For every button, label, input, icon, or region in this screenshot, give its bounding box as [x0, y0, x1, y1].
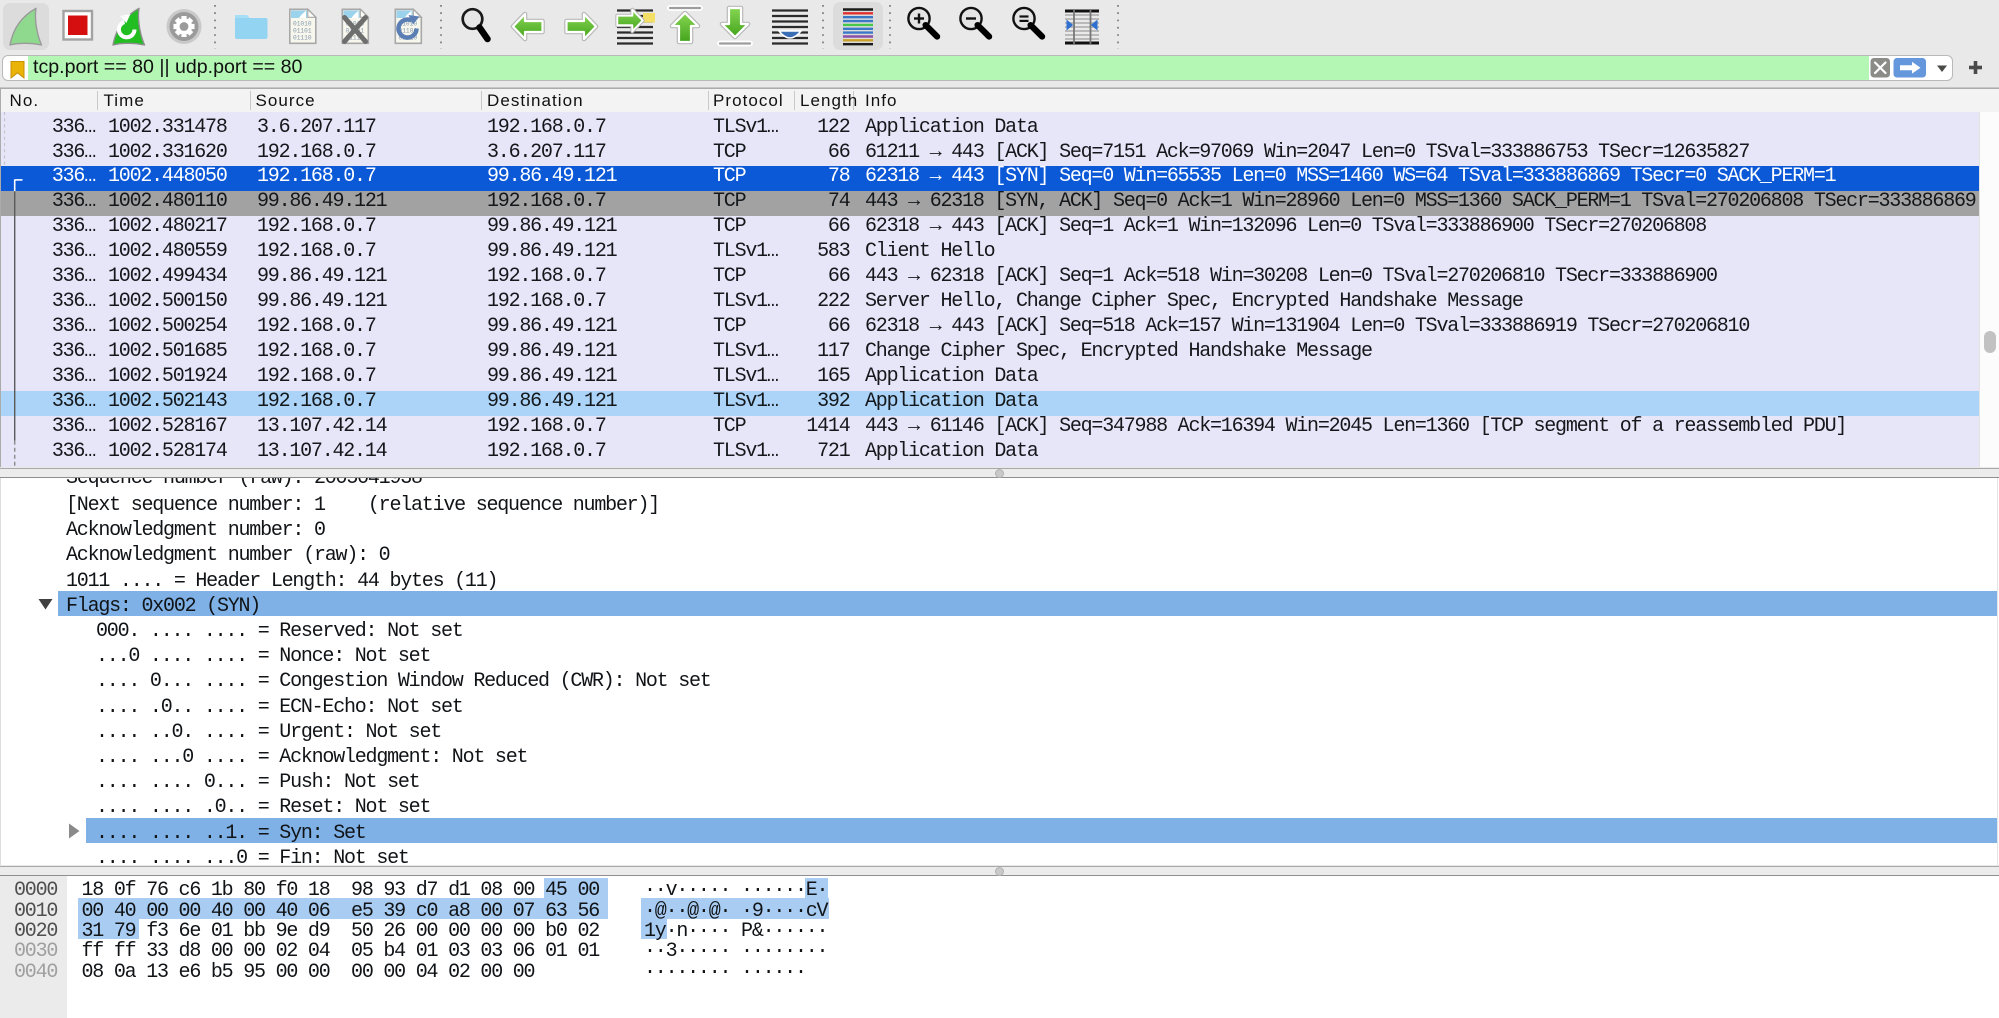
svg-text:01110: 01110 [293, 35, 312, 42]
svg-text:01101: 01101 [293, 28, 312, 35]
svg-text:01010: 01010 [293, 21, 312, 28]
